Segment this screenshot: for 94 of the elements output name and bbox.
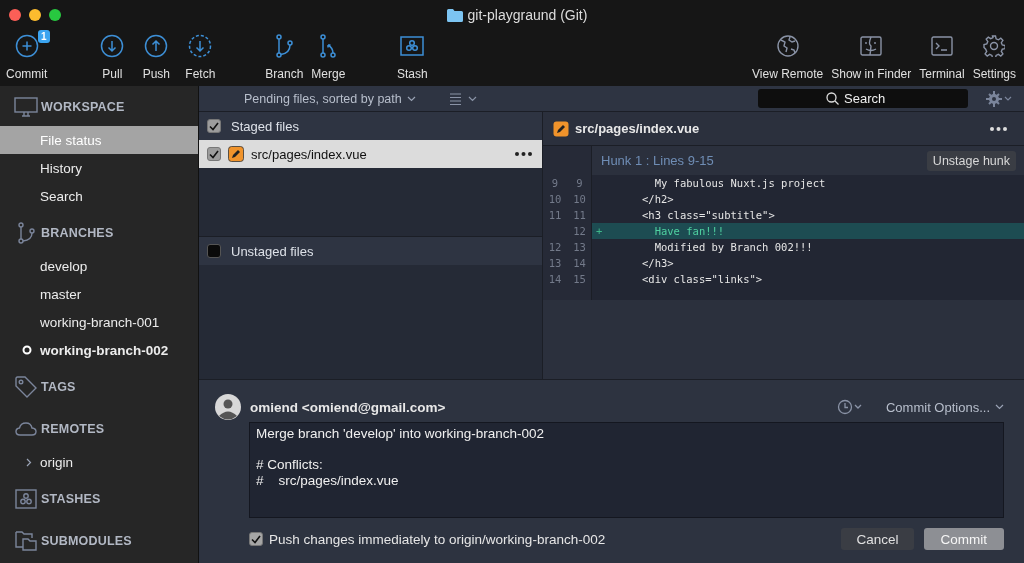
cloud-icon [15,422,37,436]
sidebar-item[interactable]: Search [0,182,198,210]
finder-button[interactable]: Show in Finder [829,30,914,86]
gear-button[interactable]: Settings [970,30,1018,86]
file-path: src/pages/index.vue [575,121,701,136]
section-heading[interactable]: BRANCHES [41,226,114,240]
line-number: 14 [548,273,562,285]
line-number: 10 [573,193,586,205]
merge-icon [318,34,339,58]
globe-icon [776,35,799,57]
code-line: Have fan!!! [653,225,725,237]
checkbox[interactable] [207,119,221,133]
checkbox[interactable] [207,147,221,161]
code-line: </h3> [642,257,674,269]
sidebar-item[interactable]: develop [0,252,198,280]
pull-button[interactable]: Pull [91,30,134,86]
tag-icon [15,376,37,398]
search-icon [826,92,839,105]
cancel-button[interactable]: Cancel [841,528,914,550]
checkbox-label[interactable]: Push changes immediately to origin/working-branch-002 [269,531,606,547]
unstage-hunk-button[interactable]: Unstage hunk [926,150,1016,171]
avatar-icon [215,394,241,420]
fetch-button[interactable]: Fetch [179,30,222,86]
file-path: src/pages/index.vue [251,146,368,162]
line-number: 9 [551,177,559,189]
caret-icon [995,404,1004,410]
line-number: 10 [548,193,562,205]
chevron-right-icon[interactable] [26,457,32,467]
file-row[interactable]: src/pages/index.vue [199,140,542,168]
section-title: Staged files [231,118,299,134]
branch-icon [274,34,295,58]
line-number: 11 [573,209,586,221]
commit-options-dropdown[interactable]: Commit Options... [885,399,1004,415]
stash-icon [15,489,37,509]
line-number: 12 [573,225,586,237]
line-number: 15 [573,273,586,285]
pencil-icon [553,120,569,137]
folders-icon [15,531,37,551]
sidebar-item[interactable]: master [0,280,198,308]
section-heading[interactable]: TAGS [41,380,76,394]
minimize-button[interactable] [29,9,41,21]
hunk-title: Hunk 1 : Lines 9-15 [600,153,715,168]
sidebar-item[interactable]: working-branch-002 [0,336,198,364]
stash-button[interactable]: Stash [391,30,434,86]
checkbox[interactable] [207,244,221,258]
line-number: 11 [548,209,562,221]
commit-button[interactable]: 1 Commit [4,30,50,86]
history-dropdown[interactable] [836,399,863,415]
count-badge: 1 [38,30,50,43]
terminal-icon [930,36,953,56]
close-button[interactable] [9,9,21,21]
section-heading[interactable]: STASHES [41,492,101,506]
finder-icon [860,36,883,56]
added-sign: + [596,225,603,237]
pencil-icon [228,146,244,162]
globe-button[interactable]: View Remote [750,30,826,86]
code-line: <div class="links"> [642,273,763,285]
plus-icon [14,34,39,58]
search-field[interactable]: Search [758,89,968,108]
sidebar-item[interactable]: origin [0,448,198,476]
line-number: 13 [573,241,586,253]
line-number: 14 [573,257,586,269]
push-button[interactable]: Push [135,30,178,86]
commit-message-field[interactable]: Merge branch 'develop' into working-branch-002 # Conflicts: # src/pages/index.vue [249,422,1004,518]
section-heading[interactable]: SUBMODULES [41,534,132,548]
section-heading[interactable]: REMOTES [41,422,105,436]
settings-icon [983,35,1006,57]
branch-button[interactable]: Branch [263,30,306,86]
sidebar-item[interactable]: working-branch-001 [0,308,198,336]
terminal-button[interactable]: Terminal [917,30,967,86]
branch-icon [17,222,35,244]
code-line: Modified by Branch 002!!! [653,241,813,253]
folder-icon [446,8,463,22]
sort-dropdown[interactable]: Pending files, sorted by path [244,91,416,106]
line-number: 13 [548,257,562,269]
sidebar-item[interactable]: History [0,154,198,182]
code-line: My fabulous Nuxt.js project [653,177,826,189]
caret-icon [406,95,416,102]
author-name: omiend <omiend@gmail.com> [250,399,447,415]
line-number: 12 [548,241,562,253]
section-heading[interactable]: WORKSPACE [41,100,125,114]
merge-button[interactable]: Merge [307,30,350,86]
checkbox[interactable] [249,532,263,546]
stash-icon [400,35,425,57]
zoom-button[interactable] [49,9,61,21]
monitor-icon [14,97,38,117]
section-title: Unstaged files [231,243,314,259]
more-icon[interactable] [515,152,532,156]
code-line: <h3 class="subtitle"> [642,209,775,221]
settings-dropdown[interactable] [986,90,1014,107]
code-line: </h2> [642,193,674,205]
window-title: git-playgraund (Git) [467,7,588,23]
line-number: 9 [576,177,583,189]
more-icon[interactable] [990,126,1007,131]
